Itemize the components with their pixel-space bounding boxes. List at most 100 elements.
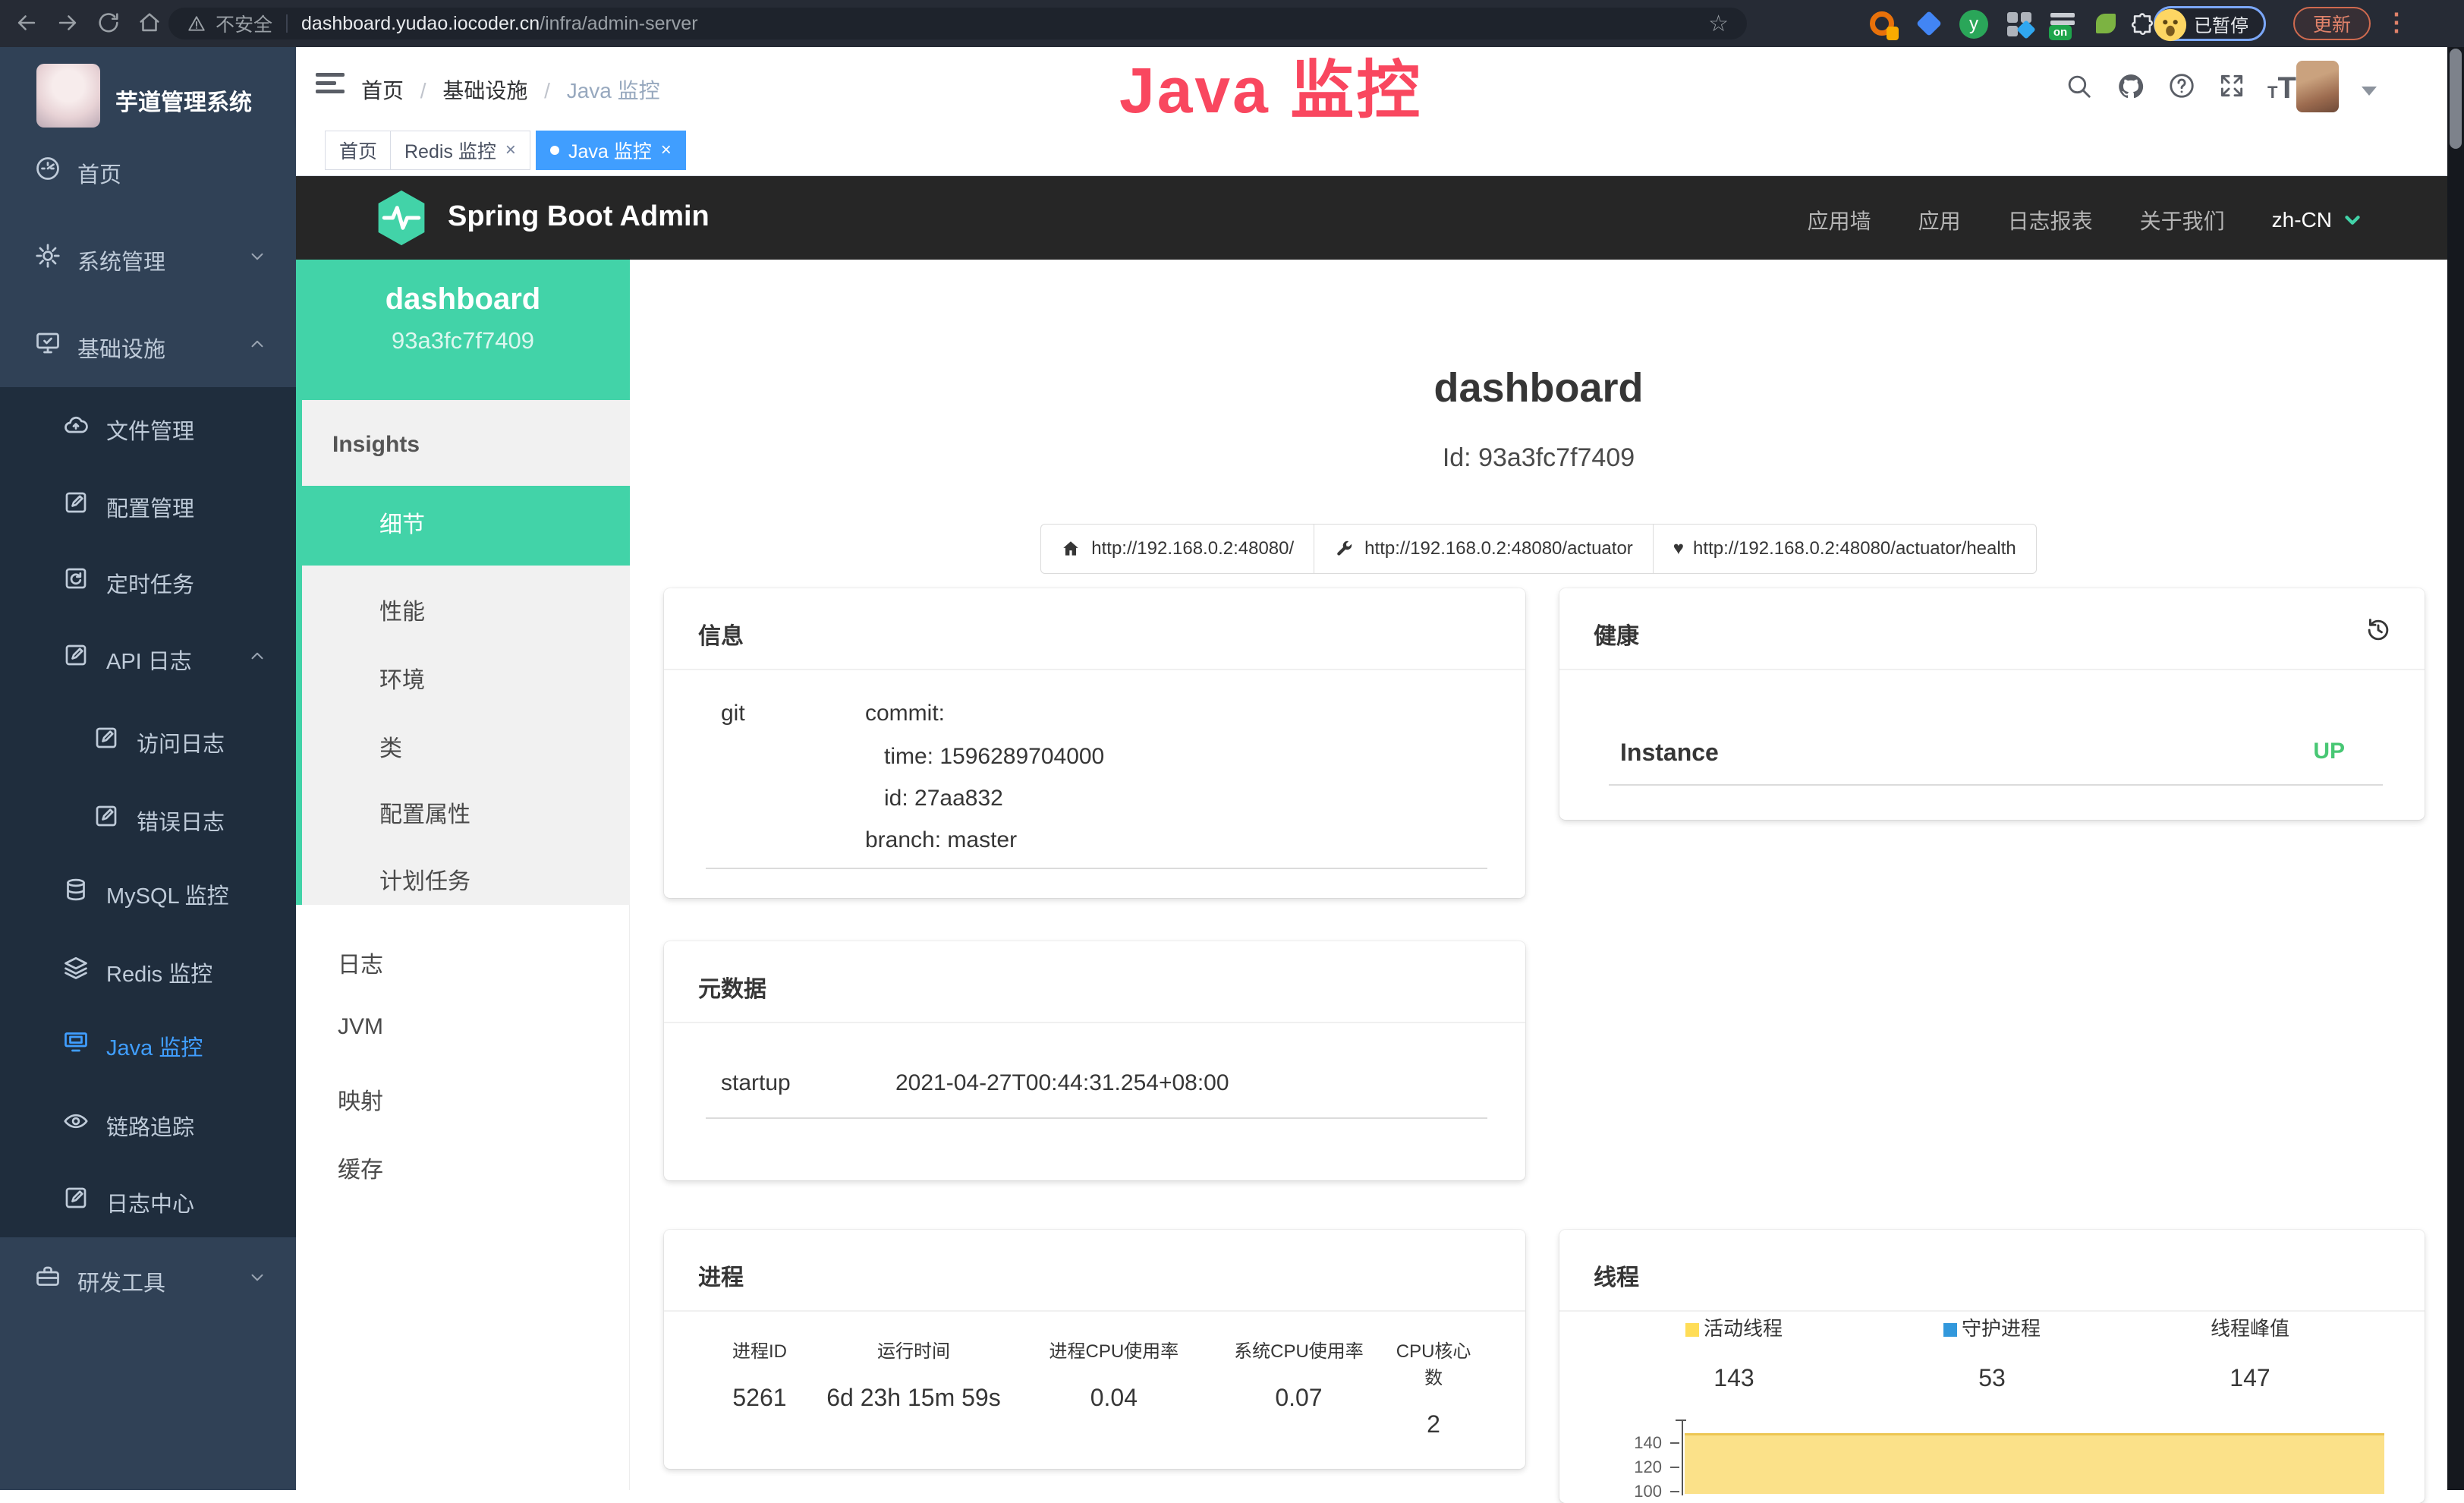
sba-nav-journal[interactable]: 日志报表 xyxy=(2008,205,2093,235)
sba-item-caches[interactable]: 缓存 xyxy=(296,1131,630,1199)
gauge-icon xyxy=(34,155,61,182)
tab-home[interactable]: 首页 xyxy=(325,131,392,170)
browser-forward-button[interactable] xyxy=(55,10,82,37)
close-icon[interactable]: × xyxy=(505,140,516,161)
fullscreen-icon[interactable] xyxy=(2217,71,2248,102)
browser-update-button[interactable]: 更新 xyxy=(2293,7,2371,40)
legend-square-live xyxy=(1685,1323,1699,1337)
database-icon xyxy=(62,876,90,903)
briefcase-icon xyxy=(34,1263,61,1290)
sidebar-item-job[interactable]: 定时任务 xyxy=(0,540,296,616)
history-icon[interactable] xyxy=(2364,616,2393,644)
row-divider xyxy=(1609,784,2383,786)
extension-leaf-icon[interactable] xyxy=(2093,14,2122,43)
sidebar-item-file[interactable]: 文件管理 xyxy=(0,387,296,463)
legend-square-daemon xyxy=(1943,1323,1957,1337)
edit-icon xyxy=(62,489,90,516)
sba-brand[interactable]: Spring Boot Admin xyxy=(448,200,710,233)
sba-item-mappings[interactable]: 映射 xyxy=(296,1063,630,1131)
health-instance-label: Instance xyxy=(1620,739,1719,767)
browser-menu-icon[interactable]: ⋮ xyxy=(2384,8,2409,36)
help-icon[interactable] xyxy=(2167,71,2198,102)
sidebar-item-accesslog[interactable]: 访问日志 xyxy=(0,700,296,776)
sba-item-jvm[interactable]: JVM xyxy=(296,994,630,1063)
avatar-emoji-icon xyxy=(2153,8,2188,43)
row-divider xyxy=(706,1117,1487,1119)
avatar-caret-icon[interactable] xyxy=(2362,87,2377,96)
hamburger-icon[interactable] xyxy=(316,73,345,99)
timer-icon xyxy=(62,565,90,592)
sba-nav-applications[interactable]: 应用 xyxy=(1918,205,1961,235)
log-edit-icon xyxy=(62,641,90,669)
sba-item-configprops[interactable]: 配置属性 xyxy=(302,776,630,844)
paused-label: 已暂停 xyxy=(2194,11,2248,37)
tab-java[interactable]: Java 监控 × xyxy=(536,131,686,170)
sidebar-item-java[interactable]: Java 监控 xyxy=(0,1004,296,1079)
extension-pin-icon[interactable] xyxy=(1915,13,1944,42)
sba-item-scheduledtasks[interactable]: 计划任务 xyxy=(302,843,630,911)
sidebar-item-home[interactable]: 首页 xyxy=(0,131,296,206)
threads-card-title: 线程 xyxy=(1594,1259,1639,1292)
home-icon xyxy=(1061,539,1081,559)
not-secure-label: 不安全 xyxy=(216,10,272,37)
sidebar-item-mysql[interactable]: MySQL 监控 xyxy=(0,852,296,928)
scrollbar-thumb[interactable] xyxy=(2450,49,2462,149)
sidebar-item-logcenter[interactable]: 日志中心 xyxy=(0,1160,296,1236)
info-card-title: 信息 xyxy=(698,617,744,651)
sidebar-item-infra[interactable]: 基础设施 xyxy=(0,305,296,381)
sba-app-header[interactable]: dashboard 93a3fc7f7409 xyxy=(296,260,630,400)
sba-item-details[interactable]: 细节 xyxy=(302,486,630,566)
tab-redis[interactable]: Redis 监控 × xyxy=(390,131,530,170)
browser-reload-button[interactable] xyxy=(96,10,123,37)
search-icon[interactable] xyxy=(2064,71,2094,102)
extension-translate-icon[interactable] xyxy=(1868,10,1897,39)
wrench-icon xyxy=(1334,539,1354,559)
sba-item-metrics[interactable]: 性能 xyxy=(302,573,630,641)
sidebar-logo[interactable]: 芋道管理系统 xyxy=(0,47,296,144)
url-host: dashboard.yudao.iocoder.cn xyxy=(301,13,540,35)
sidebar-item-devtool[interactable]: 研发工具 xyxy=(0,1239,296,1315)
breadcrumb: 首页 / 基础设施 / Java 监控 xyxy=(361,74,660,105)
sidebar-item-apilog[interactable]: API 日志 xyxy=(0,617,296,693)
font-size-icon[interactable]: TT xyxy=(2267,71,2298,102)
service-url-button[interactable]: http://192.168.0.2:48080/ xyxy=(1040,524,1314,574)
sidebar-item-redis[interactable]: Redis 监控 xyxy=(0,930,296,1006)
user-avatar[interactable] xyxy=(2296,61,2339,112)
sidebar-item-trace[interactable]: 链路追踪 xyxy=(0,1083,296,1159)
tag-bar: 首页 Redis 监控 × Java 监控 × xyxy=(296,125,2447,176)
sidebar-item-system[interactable]: 系统管理 xyxy=(0,218,296,294)
actuator-url-button[interactable]: http://192.168.0.2:48080/actuator xyxy=(1314,524,1654,574)
info-card: 信息 git commit: time: 1596289704000 id: 2… xyxy=(664,588,1525,898)
sba-nav-about[interactable]: 关于我们 xyxy=(2140,205,2225,235)
gear-icon xyxy=(34,242,61,269)
sba-app-name: dashboard xyxy=(296,282,630,317)
health-card: 健康 Instance UP xyxy=(1559,588,2425,820)
sba-item-environment[interactable]: 环境 xyxy=(302,641,630,710)
sba-item-classes[interactable]: 类 xyxy=(302,710,630,778)
health-url-button[interactable]: ♥ http://192.168.0.2:48080/actuator/heal… xyxy=(1653,524,2037,574)
sba-nav-wallboard[interactable]: 应用墙 xyxy=(1808,205,1871,235)
extension-y-icon[interactable]: y xyxy=(1959,10,1988,39)
browser-back-button[interactable] xyxy=(14,10,41,37)
sba-item-logs[interactable]: 日志 xyxy=(296,926,630,994)
annotation-overlay: Java 监控 xyxy=(1119,39,1422,131)
process-card-title: 进程 xyxy=(698,1259,744,1292)
extension-grid-icon[interactable] xyxy=(2005,10,2034,39)
sidebar-item-errorlog[interactable]: 错误日志 xyxy=(0,778,296,854)
sba-language-select[interactable]: zh-CN xyxy=(2272,208,2364,232)
close-icon[interactable]: × xyxy=(661,140,672,161)
monitor-icon xyxy=(34,329,61,357)
extension-tampermonkey-icon[interactable]: on xyxy=(2049,10,2078,39)
spring-boot-admin-logo xyxy=(373,189,430,247)
github-icon[interactable] xyxy=(2116,71,2146,102)
page-scrollbar[interactable] xyxy=(2447,47,2464,1490)
browser-home-button[interactable] xyxy=(137,10,164,37)
sba-section-label: Insights xyxy=(332,432,420,458)
sidebar-item-config[interactable]: 配置管理 xyxy=(0,465,296,540)
bookmark-star-icon[interactable]: ☆ xyxy=(1708,11,1729,37)
profile-paused-chip[interactable]: 已暂停 xyxy=(2154,6,2266,41)
chevron-down-icon xyxy=(2341,209,2364,232)
breadcrumb-home[interactable]: 首页 xyxy=(361,79,404,102)
breadcrumb-infra[interactable]: 基础设施 xyxy=(442,79,527,102)
address-bar[interactable]: 不安全 dashboard.yudao.iocoder.cn/infra/adm… xyxy=(168,8,1747,39)
